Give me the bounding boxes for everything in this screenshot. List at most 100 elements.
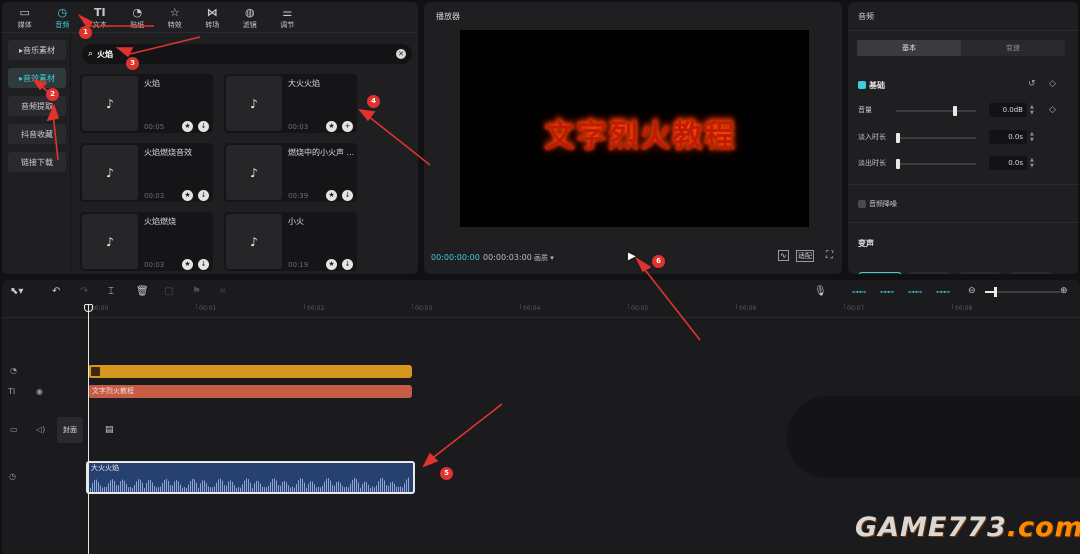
search-input[interactable] xyxy=(97,49,396,59)
tab-media[interactable]: ▭ 媒体 xyxy=(6,2,44,32)
tab-sticker[interactable]: ◔ 贴纸 xyxy=(119,2,157,32)
tab-speed[interactable]: 变速 xyxy=(961,40,1065,56)
sound-card[interactable]: ♪ 小火 00:19 ★ ↓ xyxy=(224,212,357,271)
download-icon[interactable]: ↓ xyxy=(198,259,209,270)
cover-button[interactable]: 封面 xyxy=(57,417,83,443)
basic-checkbox[interactable] xyxy=(858,81,866,89)
delete-icon[interactable]: 🗑 xyxy=(136,286,149,297)
volume-value-field[interactable]: 0.0dB xyxy=(989,103,1027,117)
tab-filter-label: 滤镜 xyxy=(242,21,257,29)
denoise-checkbox[interactable] xyxy=(858,200,866,208)
clear-search-icon[interactable]: ✕ xyxy=(396,49,406,59)
preview-screen[interactable]: 文字烈火教程 xyxy=(460,30,809,227)
download-icon[interactable]: ↓ xyxy=(342,259,353,270)
sound-card[interactable]: ♪ 火焰燃烧音效 00:03 ★ ↓ xyxy=(80,143,213,202)
tab-basic[interactable]: 基本 xyxy=(857,40,961,56)
sound-duration: 00:03 xyxy=(144,192,165,200)
fadeout-value-field[interactable]: 0.0s xyxy=(989,156,1027,170)
eye-icon[interactable]: ◉ xyxy=(36,387,43,396)
tab-adjust[interactable]: ⚌ 调节 xyxy=(269,2,307,32)
tab-transition[interactable]: ⋈ 转场 xyxy=(194,2,232,32)
main-track-magnet-icon[interactable]: ⊶⊷ xyxy=(851,285,867,299)
category-music[interactable]: ▸ 音乐素材 xyxy=(8,40,66,60)
transition-icon: ⋈ xyxy=(206,5,218,19)
fadein-slider[interactable] xyxy=(896,133,976,143)
fullscreen-icon[interactable]: ⛶ xyxy=(826,250,833,261)
category-link-download[interactable]: 链接下载 xyxy=(8,152,66,172)
sound-card[interactable]: ♪ 燃烧中的小火声 ... 00:39 ★ ↓ xyxy=(224,143,357,202)
favorite-star-icon[interactable]: ★ xyxy=(326,190,337,201)
fadein-slider-knob[interactable] xyxy=(896,133,900,143)
linkage-icon[interactable]: ⊶⊷ xyxy=(907,285,923,299)
fadein-stepper[interactable]: ▲ ▼ xyxy=(1030,131,1034,143)
sound-card[interactable]: ♪ 大火火焰 00:03 ★ + xyxy=(224,74,357,133)
favorite-star-icon[interactable]: ★ xyxy=(326,121,337,132)
voice-preset[interactable] xyxy=(1008,272,1052,274)
fadeout-stepper[interactable]: ▲ ▼ xyxy=(1030,157,1034,169)
sticker-clip[interactable] xyxy=(88,365,412,378)
favorite-star-icon[interactable]: ★ xyxy=(182,121,193,132)
zoom-slider[interactable] xyxy=(985,287,1060,297)
waveform-view-icon[interactable]: ∿ xyxy=(778,250,789,261)
favorite-star-icon[interactable]: ★ xyxy=(182,190,193,201)
watermark-suffix: .com xyxy=(1006,512,1080,543)
sticker-thumb xyxy=(91,367,100,376)
waveform-bar xyxy=(360,487,361,492)
favorite-star-icon[interactable]: ★ xyxy=(182,259,193,270)
sound-card[interactable]: ♪ 火焰燃烧 00:03 ★ ↓ xyxy=(80,212,213,271)
add-icon[interactable]: + xyxy=(342,121,353,132)
download-icon[interactable]: ↓ xyxy=(342,190,353,201)
zoom-in-icon[interactable]: ⊕ xyxy=(1060,286,1068,296)
playhead-handle[interactable] xyxy=(84,304,93,312)
auto-snap-icon[interactable]: ⊶⊷ xyxy=(879,285,895,299)
select-cursor-icon[interactable]: ⬉▾ xyxy=(10,286,23,297)
favorite-star-icon[interactable]: ★ xyxy=(326,259,337,270)
tab-audio[interactable]: ◷ 音频 xyxy=(44,2,82,32)
volume-slider[interactable] xyxy=(896,106,976,116)
waveform-bar xyxy=(324,481,325,492)
quality-dropdown[interactable]: 画质 ▾ xyxy=(534,253,554,263)
fadeout-slider[interactable] xyxy=(896,159,976,169)
download-icon[interactable]: ↓ xyxy=(198,121,209,132)
waveform-bar xyxy=(144,487,145,492)
volume-stepper[interactable]: ▲ ▼ xyxy=(1030,104,1034,116)
ratio-button[interactable]: 适配 xyxy=(796,250,814,262)
zoom-slider-knob[interactable] xyxy=(994,287,997,297)
voice-preset[interactable] xyxy=(908,272,952,274)
download-icon[interactable]: ↓ xyxy=(198,190,209,201)
category-extract[interactable]: 音频提取 xyxy=(8,96,66,116)
text-clip[interactable]: 文字烈火教程 xyxy=(88,385,412,398)
play-button[interactable]: ▶ xyxy=(628,251,640,263)
audio-clip[interactable]: 大火火焰 xyxy=(86,461,415,494)
sound-card[interactable]: ♪ 火焰 00:05 ★ ↓ xyxy=(80,74,213,133)
fadein-value-field[interactable]: 0.0s xyxy=(989,130,1027,144)
waveform-bar xyxy=(370,487,371,492)
waveform-bar xyxy=(166,478,167,492)
keyframe-icon[interactable]: ◇ xyxy=(1049,105,1056,115)
voice-preset[interactable] xyxy=(958,272,1002,274)
tab-filter[interactable]: ◍ 滤镜 xyxy=(231,2,269,32)
waveform-bar xyxy=(106,486,107,492)
zoom-out-icon[interactable]: ⊖ xyxy=(968,286,976,296)
undo-icon[interactable]: ↶ xyxy=(52,286,60,297)
waveform-bar xyxy=(280,485,281,492)
waveform-bar xyxy=(178,481,179,492)
tiktok-note-icon: ♪ xyxy=(82,214,138,269)
reset-icon[interactable]: ↺ xyxy=(1028,79,1036,89)
adjust-icon: ⚌ xyxy=(282,5,293,19)
speaker-icon[interactable]: ◁) xyxy=(36,425,45,434)
split-icon[interactable]: ⌶ xyxy=(108,286,114,297)
microphone-icon[interactable]: 🎙 xyxy=(814,286,827,297)
tab-effects-label: 特效 xyxy=(167,21,182,29)
fadeout-slider-knob[interactable] xyxy=(896,159,900,169)
preview-axis-icon[interactable]: ⊶⊷ xyxy=(935,285,951,299)
volume-slider-knob[interactable] xyxy=(953,106,957,116)
timeline-ruler[interactable]: 00:00 00:01 00:02 00:03 00:04 00:05 00:06 00:07… xyxy=(2,304,1080,318)
keyframe-icon[interactable]: ◇ xyxy=(1049,79,1056,89)
category-sfx[interactable]: ▸ 音效素材 xyxy=(8,68,66,88)
tab-effects[interactable]: ☆ 特效 xyxy=(156,2,194,32)
waveform-bar xyxy=(158,487,159,492)
waveform-bar xyxy=(266,487,267,492)
voice-preset[interactable] xyxy=(858,272,902,274)
category-douyin[interactable]: 抖音收藏 xyxy=(8,124,66,144)
